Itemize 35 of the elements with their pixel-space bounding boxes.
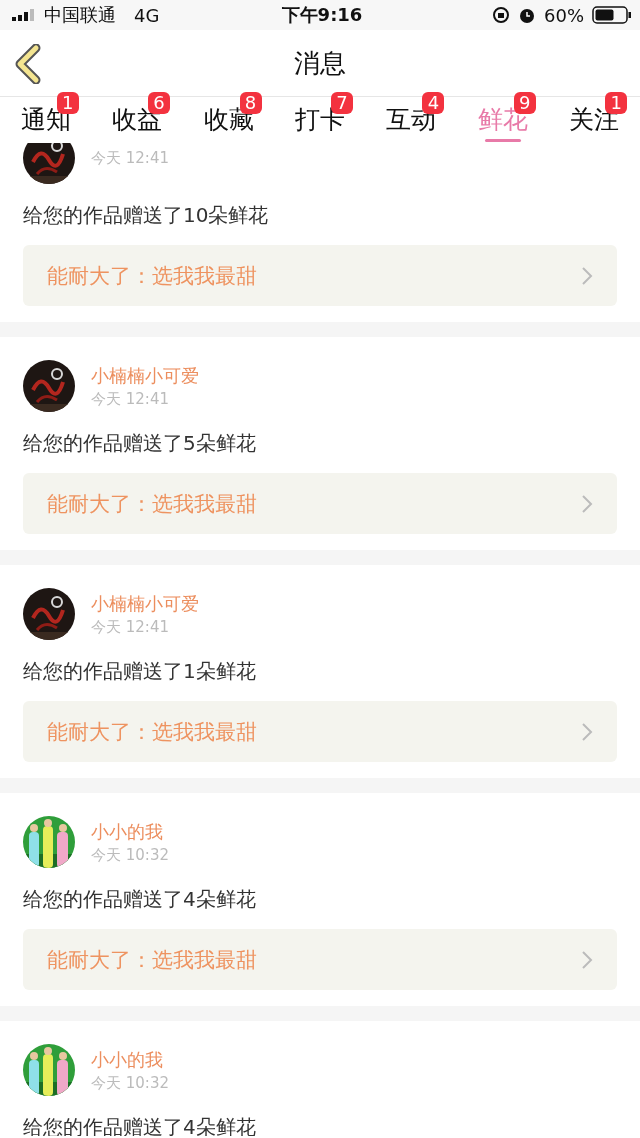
message-time: 今天 12:41	[91, 389, 170, 409]
chevron-icon	[581, 265, 593, 286]
battery-icon	[592, 6, 632, 24]
message-text: 给您的作品赠送了10朵鲜花	[23, 202, 270, 229]
network-type: 4G	[134, 4, 160, 26]
work-link[interactable]: 能耐大了：选我我最甜	[23, 245, 617, 306]
message-time: 今天 12:41	[91, 617, 170, 637]
page-title: 消息	[294, 46, 346, 80]
work-link[interactable]: 能耐大了：选我我最甜	[23, 701, 617, 762]
chevron-icon	[581, 721, 593, 742]
sender-name[interactable]: 小楠楠小可爱	[91, 591, 199, 616]
work-link[interactable]: 能耐大了：选我我最甜	[23, 929, 617, 990]
message-time: 今天 10:32	[91, 1073, 169, 1093]
message-time: 今天 10:32	[91, 845, 169, 865]
chevron-icon	[581, 949, 593, 970]
carrier-name: 中国联通	[44, 3, 116, 27]
clock-time: 下午9:16	[281, 4, 363, 25]
work-link[interactable]: 能耐大了：选我我最甜	[23, 473, 617, 534]
tab-underline	[484, 139, 521, 142]
rotation-lock-icon	[492, 6, 510, 24]
unread-badge: 4	[422, 92, 445, 114]
sender-name[interactable]: 小小的我	[91, 819, 169, 844]
message-time: 今天 12:41	[91, 148, 169, 168]
message-text: 给您的作品赠送了4朵鲜花	[23, 1114, 257, 1136]
alarm-icon	[518, 6, 536, 24]
battery-percent: 60%	[544, 4, 584, 26]
sender-name[interactable]: 小楠楠小可爱	[91, 363, 199, 388]
message-text: 给您的作品赠送了4朵鲜花	[23, 886, 257, 913]
signal-icon	[12, 9, 36, 21]
unread-badge: 1	[605, 92, 628, 114]
message-text: 给您的作品赠送了5朵鲜花	[23, 430, 257, 457]
sender-name[interactable]: 小小的我	[91, 1047, 169, 1072]
unread-badge: 6	[148, 92, 171, 114]
chevron-icon	[581, 493, 593, 514]
message-text: 给您的作品赠送了1朵鲜花	[23, 658, 257, 685]
